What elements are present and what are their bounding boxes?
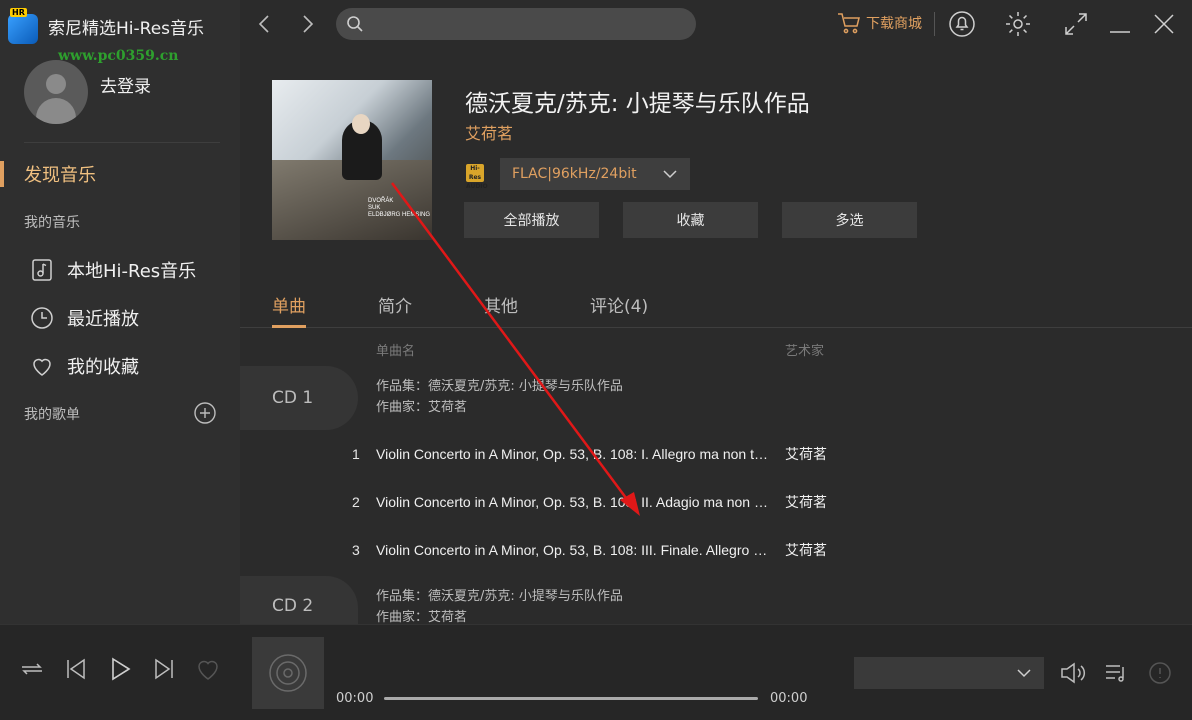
back-arrow-icon[interactable] — [250, 10, 278, 38]
watermark: www.pc0359.cn — [58, 48, 179, 64]
tab-bar: 单曲 简介 其他 评论(4) — [240, 288, 1192, 328]
my-music-label: 我的音乐 — [24, 215, 80, 231]
disc-album-line: 作品集：德沃夏克/苏克: 小提琴与乐队作品 — [376, 379, 623, 394]
multi-select-button[interactable]: 多选 — [782, 202, 917, 238]
topbar: 下载商城 — [240, 0, 1192, 50]
track-artist[interactable]: 艾荷茗 — [785, 492, 827, 512]
track-row[interactable]: 1 Violin Concerto in A Minor, Op. 53, B.… — [240, 430, 1192, 478]
track-artist[interactable]: 艾荷茗 — [785, 444, 827, 464]
tab-comments[interactable]: 评论(4) — [590, 292, 648, 328]
store-button[interactable]: 下载商城 — [836, 10, 922, 36]
search-bar[interactable] — [336, 8, 696, 40]
play-icon[interactable] — [106, 655, 134, 683]
store-label: 下载商城 — [866, 16, 922, 32]
track-row[interactable]: 2 Violin Concerto in A Minor, Op. 53, B.… — [240, 478, 1192, 526]
disc-composer-line: 作曲家：艾荷茗 — [376, 610, 468, 624]
previous-track-icon[interactable] — [62, 655, 90, 683]
sidebar-item-favorites[interactable]: 我的收藏 — [30, 352, 139, 380]
track-row[interactable]: 3 Violin Concerto in A Minor, Op. 53, B.… — [240, 526, 1192, 574]
volume-icon[interactable] — [1058, 659, 1086, 687]
add-playlist-icon[interactable] — [194, 402, 216, 424]
disc-album-line: 作品集：德沃夏克/苏克: 小提琴与乐队作品 — [376, 589, 623, 604]
format-value: FLAC|96kHz/24bit — [512, 166, 637, 182]
tab-tracks[interactable]: 单曲 — [272, 292, 306, 328]
sidebar-item-label: 我的收藏 — [67, 357, 139, 378]
active-indicator — [0, 161, 4, 187]
app-window: HR 索尼精选Hi-Res音乐 www.pc0359.cn 去登录 发现音乐 我… — [0, 0, 1192, 720]
clock-icon — [31, 307, 53, 329]
app-logo: HR — [4, 8, 38, 44]
next-track-icon[interactable] — [150, 655, 178, 683]
forward-arrow-icon[interactable] — [294, 10, 322, 38]
search-icon — [347, 16, 363, 32]
cover-caption: DVOŘÁK SUK ELDBJØRG HEMSING — [368, 198, 431, 218]
track-title: Violin Concerto in A Minor, Op. 53, B. 1… — [376, 446, 770, 462]
search-input[interactable] — [372, 16, 672, 32]
output-quality-dropdown[interactable] — [854, 657, 1044, 689]
tab-other[interactable]: 其他 — [484, 292, 518, 328]
sidebar-item-label: 发现音乐 — [24, 165, 96, 186]
play-all-button[interactable]: 全部播放 — [464, 202, 599, 238]
progress-bar[interactable] — [384, 697, 758, 700]
track-number: 3 — [352, 542, 360, 558]
track-number: 1 — [352, 446, 360, 462]
chevron-down-icon — [663, 170, 677, 179]
login-link[interactable]: 去登录 — [100, 72, 151, 97]
disc-composer-line: 作曲家：艾荷茗 — [376, 400, 468, 415]
disc-meta: 作品集：德沃夏克/苏克: 小提琴与乐队作品 作曲家：艾荷茗 — [376, 376, 623, 418]
current-time: 00:00 — [336, 691, 374, 706]
playlists-label: 我的歌单 — [24, 407, 80, 423]
sidebar-item-label: 本地Hi-Res音乐 — [67, 261, 197, 282]
settings-gear-icon[interactable] — [1004, 10, 1032, 38]
logo-badge: HR — [10, 8, 27, 17]
app-title: 索尼精选Hi-Res音乐 — [48, 19, 205, 39]
column-header-artist: 艺术家 — [785, 344, 825, 359]
close-icon[interactable] — [1150, 10, 1178, 38]
sidebar: HR 索尼精选Hi-Res音乐 www.pc0359.cn 去登录 发现音乐 我… — [0, 0, 240, 624]
chevron-down-icon — [1017, 669, 1031, 678]
favorite-button[interactable]: 收藏 — [623, 202, 758, 238]
like-heart-icon[interactable] — [194, 655, 222, 683]
track-title: Violin Concerto in A Minor, Op. 53, B. 1… — [376, 542, 770, 558]
divider — [24, 142, 220, 143]
minimize-icon[interactable] — [1106, 10, 1134, 38]
column-header-title: 单曲名 — [376, 344, 416, 359]
disc-label: CD 2 — [240, 576, 358, 624]
playlist-queue-icon[interactable] — [1102, 659, 1130, 687]
format-dropdown[interactable]: FLAC|96kHz/24bit — [500, 158, 690, 190]
disc-label: CD 1 — [240, 366, 358, 430]
tab-intro[interactable]: 简介 — [378, 292, 412, 328]
track-artist[interactable]: 艾荷茗 — [785, 540, 827, 560]
hires-badge: Hi-Res AUDIO — [466, 164, 488, 190]
sidebar-item-label: 最近播放 — [67, 309, 139, 330]
track-title: Violin Concerto in A Minor, Op. 53, B. 1… — [376, 494, 770, 510]
total-time: 00:00 — [770, 691, 808, 706]
disc-meta: 作品集：德沃夏克/苏克: 小提琴与乐队作品 作曲家：艾荷茗 — [376, 586, 623, 624]
divider — [934, 12, 935, 36]
repeat-mode-icon[interactable] — [18, 655, 46, 683]
sidebar-item-local-hires[interactable]: 本地Hi-Res音乐 — [30, 256, 196, 284]
now-playing-cover[interactable] — [252, 637, 324, 709]
album-artist-link[interactable]: 艾荷茗 — [465, 120, 513, 144]
info-icon[interactable] — [1146, 659, 1174, 687]
avatar[interactable] — [24, 60, 88, 124]
disc-icon — [269, 654, 307, 692]
fullscreen-icon[interactable] — [1062, 10, 1090, 38]
player-bar: 00:00 00:00 — [0, 624, 1192, 720]
album-title: 德沃夏克/苏克: 小提琴与乐队作品 — [465, 91, 810, 117]
sidebar-item-recent[interactable]: 最近播放 — [30, 304, 139, 332]
track-number: 2 — [352, 494, 360, 510]
cart-icon — [838, 13, 860, 34]
heart-icon — [33, 358, 51, 376]
album-cover[interactable]: DVOŘÁK SUK ELDBJØRG HEMSING — [272, 80, 432, 240]
notification-bell-icon[interactable] — [948, 10, 976, 38]
music-note-icon — [32, 259, 52, 281]
sidebar-item-discover[interactable]: 发现音乐 — [0, 160, 240, 188]
